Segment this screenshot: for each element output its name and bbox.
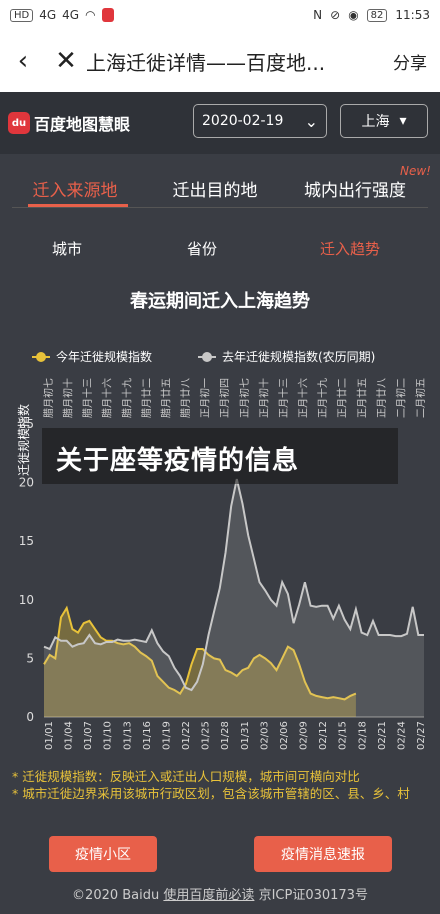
x-tick-label: 02/09 [299, 721, 310, 750]
lunar-date-label: 正月十九 [316, 378, 329, 418]
x-tick-label: 02/24 [396, 721, 407, 750]
x-tick-label: 01/13 [122, 721, 133, 750]
x-tick-label: 01/01 [44, 721, 55, 750]
y-tick-label: 10 [19, 593, 34, 607]
caret-down-icon: ▾ [399, 113, 407, 129]
lunar-date-label: 正月廿二 [337, 378, 349, 418]
terms-link[interactable]: 使用百度前必读 [163, 888, 254, 903]
x-tick-label: 01/04 [64, 721, 75, 750]
city-select[interactable]: 上海 ▾ [340, 104, 428, 138]
logo-icon: du [8, 112, 30, 134]
location-icon: ◉ [348, 8, 359, 22]
tab-outbound-destinations[interactable]: 迁出目的地 [150, 158, 280, 214]
close-button[interactable]: ✕ [46, 46, 86, 76]
footnote-2: * 城市迁徙边界采用该城市行政区划，包含该城市管辖的区、县、乡、村 [12, 786, 410, 801]
lunar-date-label: 二月初五 [414, 378, 427, 418]
overlay-text: 关于座等疫情的信息 [56, 446, 300, 476]
x-tick-label: 02/18 [357, 721, 368, 750]
x-tick-label: 01/16 [142, 721, 153, 750]
y-axis-label: 迁徙规模指数 [16, 404, 31, 476]
legend-marker [202, 352, 212, 362]
lunar-date-label: 正月初七 [238, 378, 251, 418]
city-value: 上海 [361, 114, 390, 130]
x-tick-label: 02/21 [377, 721, 388, 750]
date-picker[interactable]: 2020-02-19 ⌄ [193, 104, 327, 138]
x-tick-label: 01/07 [83, 721, 94, 750]
lunar-date-label: 腊月初十 [62, 378, 75, 418]
y-tick-label: 25 [19, 417, 34, 431]
x-tick-label: 01/25 [201, 721, 212, 750]
x-tick-label: 01/28 [220, 721, 231, 750]
migration-trend-chart: 今年迁徙规模指数 去年迁徙规模指数(农历同期) 迁徙规模指数 0 5 10 15 20 25 腊月… [16, 349, 427, 750]
y-tick-label: 0 [26, 710, 34, 724]
x-tick-label: 01/10 [103, 721, 114, 750]
x-tick-label: 02/06 [279, 721, 290, 750]
lunar-date-label: 腊月廿二 [141, 378, 153, 418]
x-tick-label: 02/15 [338, 721, 349, 750]
logo-text: 百度地图慧眼 [34, 115, 131, 134]
y-tick-label: 15 [19, 534, 34, 548]
x-tick-label: 01/19 [161, 721, 172, 750]
lunar-date-label: 正月初一 [199, 378, 212, 418]
share-button[interactable]: 分享 [380, 49, 440, 74]
lunar-date-label: 正月十三 [277, 378, 290, 418]
mute-icon: ⊘ [330, 8, 341, 22]
subtab-inbound-trend[interactable]: 迁入趋势 [320, 238, 380, 259]
browser-titlebar: ‹ ✕ 上海迁徙详情——百度地... 分享 [0, 30, 440, 92]
legend-label: 去年迁徙规模指数(农历同期) [222, 349, 375, 364]
x-tick-label: 02/12 [318, 721, 329, 750]
footer: ©2020 Baidu 使用百度前必读 京ICP证030173号 [0, 884, 440, 903]
footnotes: * 迁徙规模指数：反映迁入或迁出人口规模，城市间可横向对比 * 城市迁徙边界采用… [12, 768, 432, 802]
x-tick-label: 02/27 [416, 721, 427, 750]
signal-icon-2: 4G [62, 8, 80, 22]
battery-indicator: 82 [366, 8, 388, 22]
lunar-date-label: 腊月十三 [81, 378, 94, 418]
lunar-date-label: 腊月十六 [101, 378, 114, 418]
lunar-date-label: 腊月十九 [120, 378, 133, 418]
page-title: 上海迁徙详情——百度地... [86, 50, 326, 75]
back-button[interactable]: ‹ [0, 46, 46, 76]
epidemic-community-button[interactable]: 疫情小区 [49, 836, 157, 872]
lunar-date-label: 正月初十 [257, 378, 270, 418]
lunar-date-label: 正月廿五 [356, 378, 368, 418]
tabs-divider [12, 207, 428, 208]
lunar-date-label: 腊月廿五 [160, 378, 172, 418]
x-tick-label: 01/22 [181, 721, 192, 750]
lunar-date-label: 腊月初七 [42, 378, 55, 418]
y-tick-label: 20 [19, 476, 34, 490]
lunar-date-label: 正月廿八 [376, 378, 388, 418]
signal-icon: 4G [39, 8, 57, 22]
x-tick-label: 02/03 [259, 721, 270, 750]
copyright: ©2020 Baidu [72, 888, 160, 903]
subtab-province[interactable]: 省份 [187, 238, 217, 259]
y-tick-label: 5 [26, 651, 34, 665]
lunar-date-label: 腊月廿八 [180, 378, 192, 418]
logo: du 百度地图慧眼 [8, 111, 130, 135]
wifi-icon: ◠ [85, 8, 96, 22]
new-badge: New! [400, 164, 431, 178]
footnote-1: * 迁徙规模指数：反映迁入或迁出人口规模，城市间可横向对比 [12, 769, 360, 784]
app-header: du 百度地图慧眼 2020-02-19 ⌄ 上海 ▾ [0, 92, 440, 154]
date-value: 2020-02-19 [202, 113, 284, 129]
chevron-down-icon: ⌄ [304, 111, 318, 131]
icp-number: 京ICP证030173号 [258, 888, 368, 903]
recording-icon [101, 8, 114, 22]
chart-title: 春运期间迁入上海趋势 [130, 291, 310, 312]
x-tick-label: 01/31 [240, 721, 251, 750]
network-badge: HD [10, 8, 34, 22]
nfc-icon: N [313, 8, 323, 22]
lunar-date-label: 正月初四 [218, 378, 231, 418]
lunar-date-label: 二月初二 [394, 378, 407, 418]
epidemic-news-button[interactable]: 疫情消息速报 [254, 836, 392, 872]
legend-label: 今年迁徙规模指数 [56, 349, 152, 364]
series-area [44, 479, 424, 717]
status-bar: HD 4G 4G ◠ N ⊘ ◉ 82 11:53 [0, 0, 440, 30]
lunar-date-label: 正月十六 [297, 378, 310, 418]
subtab-city[interactable]: 城市 [52, 238, 82, 259]
sub-tabs: 城市 省份 迁入趋势 [0, 232, 440, 262]
legend-marker [36, 352, 46, 362]
clock: 11:53 [395, 8, 430, 22]
